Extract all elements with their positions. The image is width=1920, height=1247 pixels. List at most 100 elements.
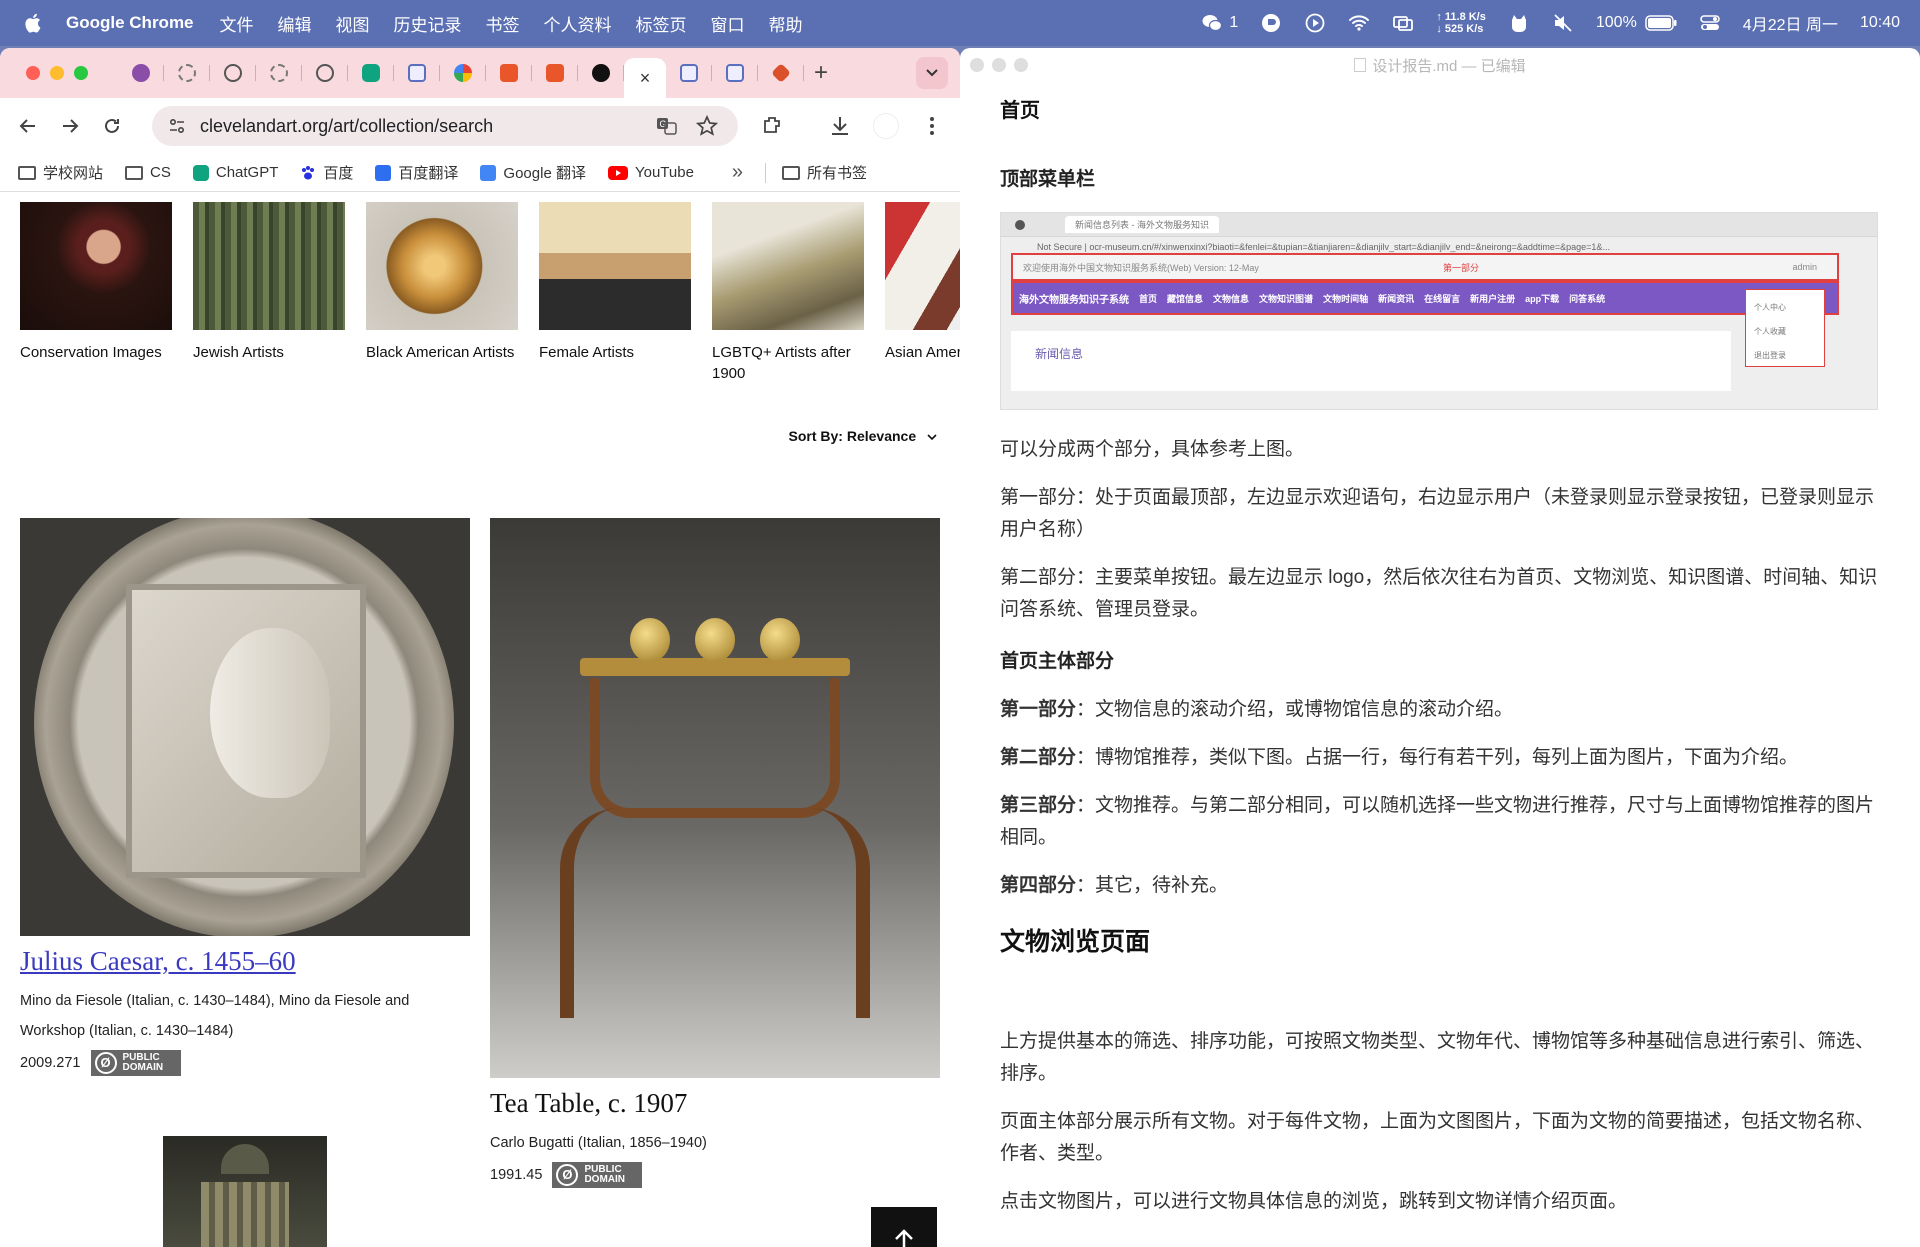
cc0-icon: Ø	[556, 1164, 579, 1187]
menu-profile[interactable]: 个人资料	[544, 11, 612, 36]
category-label[interactable]: LGBTQ+ Artists after 1900	[712, 342, 864, 384]
tab-4[interactable]	[256, 55, 302, 91]
profile-avatar[interactable]	[874, 114, 898, 138]
minimize-window-button[interactable]	[50, 66, 64, 80]
menu-help[interactable]: 帮助	[769, 11, 803, 36]
all-bookmarks-button[interactable]: 所有书签	[782, 162, 867, 183]
category-card[interactable]: Jewish Artists	[193, 202, 345, 363]
bookmark-cs[interactable]: CS	[125, 164, 171, 181]
sort-dropdown[interactable]: Sort By: Relevance	[789, 428, 939, 444]
category-image[interactable]	[539, 202, 691, 330]
category-image[interactable]	[885, 202, 960, 330]
site-settings-icon[interactable]	[168, 117, 186, 135]
category-card[interactable]: LGBTQ+ Artists after 1900	[712, 202, 864, 384]
category-label[interactable]: Conservation Images	[20, 342, 172, 363]
battery-status[interactable]: 100%	[1596, 14, 1677, 32]
menu-tabs[interactable]: 标签页	[636, 11, 687, 36]
play-icon[interactable]	[1304, 12, 1326, 34]
zoom-window-button[interactable]	[74, 66, 88, 80]
menu-edit[interactable]: 编辑	[278, 11, 312, 36]
back-to-top-button[interactable]	[871, 1207, 937, 1247]
category-card[interactable]: Conservation Images	[20, 202, 172, 363]
close-window-button[interactable]	[26, 66, 40, 80]
reload-button[interactable]	[98, 112, 126, 140]
bookmark-google-translate[interactable]: Google 翻译	[480, 162, 586, 183]
category-label[interactable]: Asian American Artists	[885, 342, 960, 363]
tab-2[interactable]	[164, 55, 210, 91]
category-image[interactable]	[366, 202, 518, 330]
battery-icon	[1645, 15, 1677, 31]
artwork-image[interactable]	[163, 1136, 327, 1247]
doc-favicon-icon	[726, 64, 744, 82]
back-button[interactable]	[14, 112, 42, 140]
translate-icon[interactable]: G	[656, 115, 678, 137]
item-text: ：文物信息的滚动介绍，或博物馆信息的滚动介绍。	[1076, 699, 1514, 720]
wifi-icon[interactable]	[1348, 12, 1370, 34]
tab-8[interactable]	[440, 55, 486, 91]
extensions-icon[interactable]	[760, 114, 784, 138]
tab-14[interactable]	[712, 55, 758, 91]
artwork-image[interactable]	[490, 518, 940, 1078]
mute-icon[interactable]	[1552, 12, 1574, 34]
tab-9[interactable]	[486, 55, 532, 91]
tab-search-button[interactable]	[916, 57, 948, 89]
tab-15[interactable]	[758, 55, 804, 91]
forward-button[interactable]	[56, 112, 84, 140]
wechat-status[interactable]: 1	[1201, 12, 1238, 34]
download-icon[interactable]	[828, 114, 852, 138]
vpn-icon[interactable]	[1260, 12, 1282, 34]
menu-window[interactable]: 窗口	[711, 11, 745, 36]
menu-bookmarks[interactable]: 书签	[486, 11, 520, 36]
tab-5[interactable]	[302, 55, 348, 91]
apple-icon[interactable]	[24, 12, 44, 34]
artwork-image[interactable]	[20, 518, 470, 936]
list-item: 第三部分：文物推荐。与第二部分相同，可以随机选择一些文物进行推荐，尺寸与上面博物…	[1000, 790, 1890, 854]
tab-close-icon[interactable]: ×	[640, 68, 651, 89]
tab-10[interactable]	[532, 55, 578, 91]
tab-7[interactable]	[394, 55, 440, 91]
tab-3[interactable]	[210, 55, 256, 91]
tab-1[interactable]	[118, 55, 164, 91]
zoom-window-button[interactable]	[1014, 58, 1028, 72]
markdown-editor-window: 设计报告.md — 已编辑 首页 顶部菜单栏 新闻信息列表 - 海外文物服务知识…	[960, 48, 1920, 1247]
bookmark-chatgpt[interactable]: ChatGPT	[192, 164, 278, 181]
minimize-window-button[interactable]	[992, 58, 1006, 72]
app-menu-name[interactable]: Google Chrome	[66, 13, 194, 33]
more-menu-icon[interactable]	[928, 114, 936, 138]
cat-icon[interactable]	[1508, 12, 1530, 34]
category-card[interactable]: Asian American Artists	[885, 202, 960, 363]
tab-13[interactable]	[666, 55, 712, 91]
screen-mirror-icon[interactable]	[1392, 12, 1414, 34]
artwork-title-link[interactable]: Julius Caesar, c. 1455–60	[20, 946, 296, 977]
category-image[interactable]	[712, 202, 864, 330]
control-center-icon[interactable]	[1699, 12, 1721, 34]
category-card[interactable]: Black American Artists	[366, 202, 518, 363]
address-bar[interactable]: clevelandart.org/art/collection/search G	[152, 106, 738, 146]
menu-history[interactable]: 历史记录	[394, 11, 462, 36]
tab-11[interactable]	[578, 55, 624, 91]
paragraph: 第二部分：主要菜单按钮。最左边显示 logo，然后依次往右为首页、文物浏览、知识…	[1000, 567, 1878, 620]
bookmark-school[interactable]: 学校网站	[18, 162, 103, 183]
bookmark-baidu[interactable]: 百度	[300, 162, 353, 183]
tab-6[interactable]	[348, 55, 394, 91]
category-label[interactable]: Female Artists	[539, 342, 691, 363]
tab-active[interactable]: ×	[624, 58, 666, 98]
bookmark-baidu-translate[interactable]: 百度翻译	[375, 162, 458, 183]
category-image[interactable]	[20, 202, 172, 330]
more-bookmarks-button[interactable]: »	[732, 161, 743, 184]
menu-file[interactable]: 文件	[220, 11, 254, 36]
doc-favicon-icon	[408, 64, 426, 82]
bookmark-youtube[interactable]: YouTube	[607, 164, 694, 181]
category-image[interactable]	[193, 202, 345, 330]
new-tab-button[interactable]: +	[814, 59, 828, 87]
category-label[interactable]: Black American Artists	[366, 342, 518, 363]
artwork-title-link[interactable]: Tea Table, c. 1907	[490, 1088, 687, 1119]
category-label[interactable]: Jewish Artists	[193, 342, 345, 363]
menubar-time[interactable]: 10:40	[1860, 14, 1900, 32]
category-card[interactable]: Female Artists	[539, 202, 691, 363]
menu-view[interactable]: 视图	[336, 11, 370, 36]
item-text: ：文物推荐。与第二部分相同，可以随机选择一些文物进行推荐，尺寸与上面博物馆推荐的…	[1000, 795, 1875, 848]
menubar-date[interactable]: 4月22日 周一	[1743, 11, 1838, 35]
bookmark-star-icon[interactable]	[696, 115, 718, 137]
close-window-button[interactable]	[970, 58, 984, 72]
